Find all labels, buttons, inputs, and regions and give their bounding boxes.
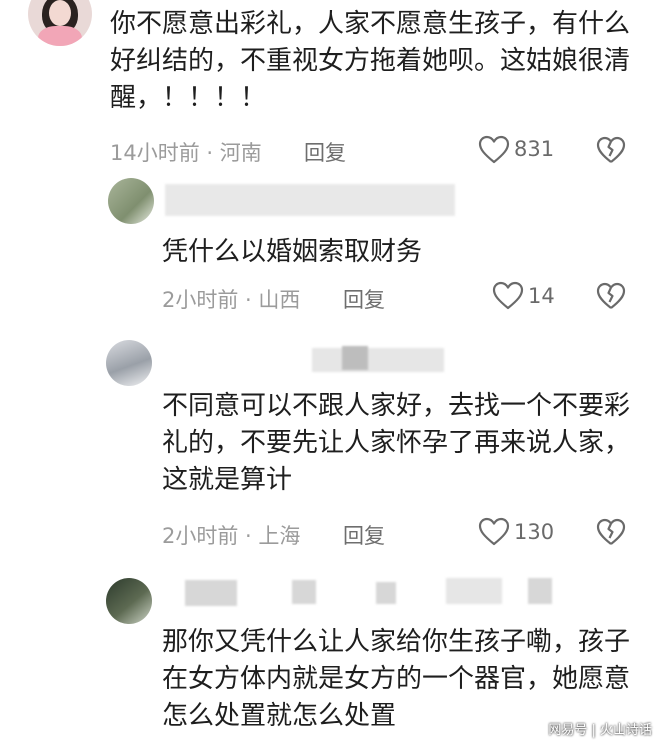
broken-heart-icon[interactable]	[596, 281, 626, 311]
heart-outline-icon[interactable]	[492, 281, 524, 311]
blurred-username	[185, 580, 237, 606]
reply-button[interactable]: 回复	[304, 137, 346, 167]
comment-text: 你不愿意出彩礼，人家不愿意生孩子，有什么好纠结的，不重视女方拖着她呗。这姑娘很清…	[110, 9, 631, 113]
avatar[interactable]	[106, 340, 152, 386]
watermark: 网易号 | 火山诗话	[548, 723, 652, 738]
like-count: 130	[514, 520, 555, 544]
blurred-username	[528, 578, 552, 604]
avatar[interactable]	[108, 178, 154, 224]
blurred-username	[342, 346, 368, 370]
avatar-shirt	[38, 26, 82, 46]
comment-meta: 2小时前 · 山西	[162, 288, 301, 312]
reply-button[interactable]: 回复	[343, 284, 385, 314]
blurred-username	[165, 184, 455, 216]
like-count: 14	[528, 284, 555, 308]
heart-outline-icon[interactable]	[478, 135, 510, 165]
like-count: 831	[514, 137, 555, 161]
broken-heart-icon[interactable]	[596, 135, 626, 165]
comment-meta: 14小时前 · 河南	[110, 141, 262, 165]
blurred-username	[376, 582, 396, 604]
blurred-username	[446, 578, 502, 604]
blurred-username	[292, 580, 316, 604]
blurred-username	[312, 348, 444, 372]
avatar[interactable]	[106, 578, 152, 624]
reply-button[interactable]: 回复	[343, 520, 385, 550]
comment-text: 凭什么以婚姻索取财务	[162, 237, 423, 267]
heart-outline-icon[interactable]	[478, 517, 510, 547]
broken-heart-icon[interactable]	[596, 517, 626, 547]
avatar[interactable]	[28, 0, 92, 46]
comment-meta: 2小时前 · 上海	[162, 524, 301, 548]
avatar-face	[49, 0, 71, 26]
comment-text: 不同意可以不跟人家好，去找一个不要彩礼的，不要先让人家怀孕了再来说人家，这就是算…	[162, 391, 631, 495]
